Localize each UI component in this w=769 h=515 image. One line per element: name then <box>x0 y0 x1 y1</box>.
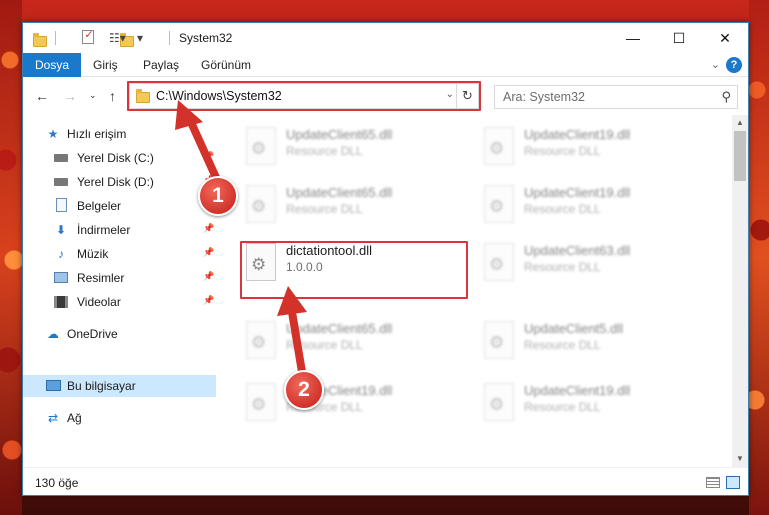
annotation-arrows <box>175 100 307 376</box>
step-1-badge: 1 <box>198 176 238 216</box>
arrow-to-address-bar <box>175 100 222 186</box>
arrow-to-file <box>277 286 307 376</box>
step-2-badge: 2 <box>284 370 324 410</box>
